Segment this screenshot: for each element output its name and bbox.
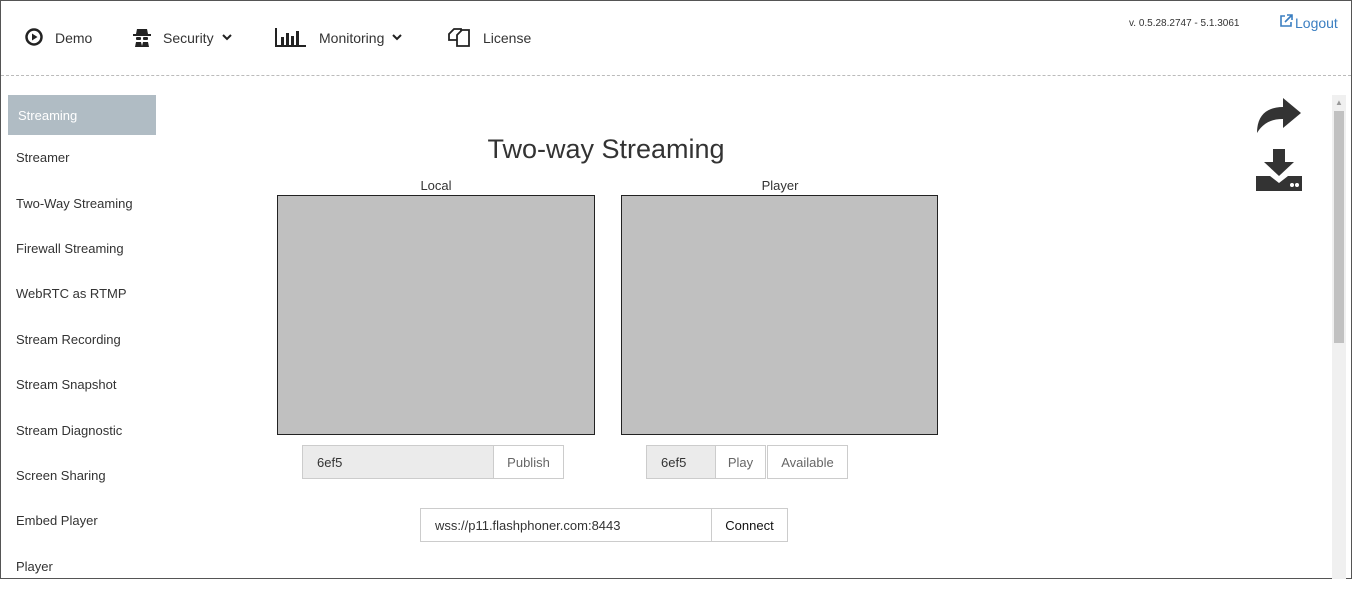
spy-icon — [133, 27, 151, 50]
sidebar-header-streaming[interactable]: Streaming — [8, 95, 156, 135]
connect-button[interactable]: Connect — [711, 508, 788, 542]
logout-link[interactable]: Logout — [1279, 14, 1338, 31]
window-frame: Demo Security Monitoring License v. 0.5.… — [0, 0, 1352, 579]
bar-chart-icon — [275, 27, 307, 50]
play-circle-icon — [25, 27, 43, 49]
nav-security[interactable]: Security — [133, 23, 232, 53]
available-button[interactable]: Available — [767, 445, 848, 479]
sidebar-item-embed-player[interactable]: Embed Player — [8, 498, 156, 543]
sidebar-item-streamer[interactable]: Streamer — [8, 135, 156, 180]
version-text: v. 0.5.28.2747 - 5.1.3061 — [1129, 18, 1240, 29]
vertical-scrollbar[interactable]: ▲ — [1332, 95, 1346, 579]
nav-demo-label: Demo — [55, 30, 93, 46]
nav-security-label: Security — [163, 30, 214, 46]
local-video-label: Local — [420, 178, 452, 193]
sidebar-item-webrtc-as-rtmp[interactable]: WebRTC as RTMP — [8, 271, 156, 316]
chevron-down-icon — [392, 32, 403, 44]
sidebar-item-stream-diagnostic[interactable]: Stream Diagnostic — [8, 407, 156, 452]
sidebar-item-stream-snapshot[interactable]: Stream Snapshot — [8, 362, 156, 407]
sidebar-item-player[interactable]: Player — [8, 544, 156, 589]
publish-stream-input[interactable]: 6ef5 — [302, 445, 494, 479]
server-url-input[interactable]: wss://p11.flashphoner.com:8443 — [420, 508, 712, 542]
chevron-down-icon — [221, 32, 232, 44]
sidebar: Streaming Streamer Two-Way Streaming Fir… — [8, 95, 156, 589]
external-link-icon — [1279, 14, 1295, 31]
player-video-label: Player — [761, 178, 799, 193]
publish-button[interactable]: Publish — [493, 445, 564, 479]
documents-icon — [447, 26, 471, 51]
scroll-thumb[interactable] — [1334, 111, 1344, 343]
nav-license-label: License — [483, 30, 532, 46]
nav-license[interactable]: License — [447, 23, 531, 53]
nav-demo[interactable]: Demo — [25, 23, 92, 53]
nav-monitoring[interactable]: Monitoring — [275, 23, 403, 53]
play-stream-input[interactable]: 6ef5 — [646, 445, 716, 479]
share-arrow-icon[interactable] — [1253, 95, 1303, 140]
local-video — [277, 195, 595, 435]
top-nav: Demo Security Monitoring License v. 0.5.… — [1, 1, 1351, 76]
download-icon[interactable] — [1256, 149, 1302, 196]
sidebar-item-screen-sharing[interactable]: Screen Sharing — [8, 453, 156, 498]
logout-label: Logout — [1295, 14, 1338, 31]
play-button[interactable]: Play — [715, 445, 766, 479]
sidebar-item-firewall-streaming[interactable]: Firewall Streaming — [8, 226, 156, 271]
sidebar-item-stream-recording[interactable]: Stream Recording — [8, 317, 156, 362]
scroll-up-arrow-icon[interactable]: ▲ — [1332, 95, 1346, 109]
sidebar-item-two-way-streaming[interactable]: Two-Way Streaming — [8, 180, 156, 225]
nav-monitoring-label: Monitoring — [319, 30, 385, 46]
page-title: Two-way Streaming — [487, 134, 725, 164]
player-video — [621, 195, 938, 435]
